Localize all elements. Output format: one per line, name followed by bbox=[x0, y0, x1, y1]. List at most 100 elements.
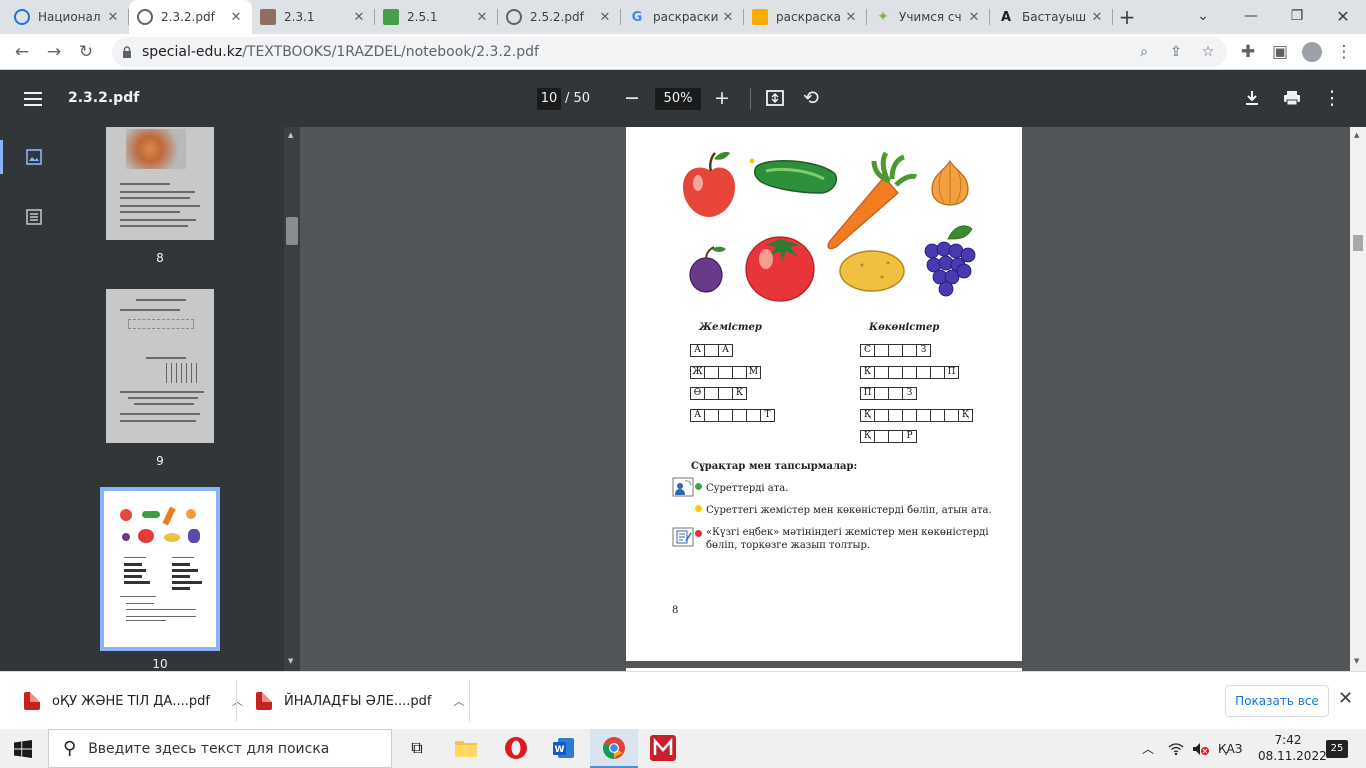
thumbnail-page-8[interactable] bbox=[106, 127, 214, 240]
close-window-button[interactable]: ✕ bbox=[1320, 0, 1366, 32]
scroll-down-icon[interactable]: ▼ bbox=[288, 657, 293, 665]
browser-tab[interactable]: раскраска ✕ bbox=[744, 0, 867, 34]
letter-cell[interactable]: З bbox=[916, 344, 931, 357]
letter-cell[interactable] bbox=[902, 365, 917, 379]
browser-tab[interactable]: Национал ✕ bbox=[6, 0, 129, 34]
tab-search-icon[interactable]: ⌄ bbox=[1180, 0, 1226, 32]
letter-cell[interactable] bbox=[874, 365, 889, 379]
tab-close-icon[interactable]: ✕ bbox=[1089, 10, 1105, 25]
clock[interactable]: 7:42 08.11.2022 bbox=[1258, 732, 1327, 764]
letter-cell[interactable]: Қ bbox=[860, 430, 875, 443]
minimize-button[interactable]: — bbox=[1228, 0, 1274, 32]
letter-cell[interactable] bbox=[874, 344, 889, 357]
download-item-2[interactable]: ЙНАЛАДҒЫ ӘЛЕ....pdf ︿ bbox=[256, 672, 464, 730]
thumbnail-page-9[interactable] bbox=[106, 289, 214, 443]
task-view-icon[interactable]: ⧉ bbox=[404, 735, 430, 761]
zoom-out-button[interactable]: − bbox=[620, 86, 644, 110]
zoom-input[interactable]: 50% bbox=[655, 88, 701, 110]
forward-button[interactable]: → bbox=[40, 39, 68, 65]
browser-tab[interactable]: A Бастауыш ✕ bbox=[990, 0, 1113, 34]
zoom-lens-icon[interactable]: ⌕ bbox=[1133, 41, 1155, 63]
letter-cell[interactable] bbox=[874, 430, 889, 443]
tab-close-icon[interactable]: ✕ bbox=[351, 10, 367, 25]
letter-cell[interactable] bbox=[888, 408, 903, 422]
volume-muted-icon[interactable] bbox=[1192, 729, 1210, 768]
letter-cell[interactable] bbox=[930, 408, 945, 422]
letter-cell[interactable]: К bbox=[860, 365, 875, 379]
browser-tab[interactable]: 2.3.2.pdf ✕ bbox=[129, 0, 252, 34]
letter-cell[interactable] bbox=[874, 387, 889, 400]
chevron-up-icon[interactable]: ︿ bbox=[453, 693, 464, 709]
letter-cell[interactable]: П bbox=[944, 365, 959, 379]
tab-close-icon[interactable]: ✕ bbox=[474, 10, 490, 25]
back-button[interactable]: ← bbox=[8, 39, 36, 65]
thumbnails-view-icon[interactable] bbox=[22, 145, 46, 169]
new-tab-button[interactable]: + bbox=[1113, 0, 1141, 34]
letter-cell[interactable] bbox=[916, 365, 931, 379]
fit-page-icon[interactable] bbox=[763, 86, 787, 110]
letter-cell[interactable] bbox=[718, 387, 733, 400]
rotate-icon[interactable]: ⟲ bbox=[799, 86, 823, 110]
tab-close-icon[interactable]: ✕ bbox=[720, 10, 736, 25]
page-number-input[interactable]: 10 bbox=[537, 88, 561, 110]
letter-cell[interactable]: С bbox=[860, 344, 875, 357]
maximize-button[interactable]: ❐ bbox=[1274, 0, 1320, 32]
word-app-icon[interactable]: W bbox=[551, 735, 577, 761]
thumbnail-page-10[interactable] bbox=[100, 487, 220, 651]
letter-cell[interactable]: З bbox=[902, 387, 917, 400]
show-hidden-icons[interactable]: ︿ bbox=[1142, 729, 1154, 768]
letter-cell[interactable]: Ө bbox=[690, 387, 705, 400]
letter-cell[interactable] bbox=[732, 408, 747, 422]
letter-cell[interactable] bbox=[888, 387, 903, 400]
browser-tab[interactable]: ✦ Учимся сч ✕ bbox=[867, 0, 990, 34]
thumbnail-scrollbar[interactable]: ▲ ▼ bbox=[284, 127, 300, 671]
opera-browser-icon[interactable] bbox=[503, 735, 529, 761]
bookmark-star-icon[interactable]: ☆ bbox=[1197, 41, 1219, 63]
tab-close-icon[interactable]: ✕ bbox=[105, 10, 121, 25]
main-scrollbar[interactable]: ▲ ▼ bbox=[1350, 127, 1366, 671]
letter-cell[interactable] bbox=[718, 408, 733, 422]
chrome-app-icon[interactable] bbox=[601, 735, 627, 761]
letter-cell[interactable] bbox=[704, 344, 719, 357]
tab-close-icon[interactable]: ✕ bbox=[843, 10, 859, 25]
letter-cell[interactable]: А bbox=[690, 408, 705, 422]
extensions-icon[interactable]: ✚ bbox=[1234, 39, 1262, 65]
omnibox[interactable]: special-edu.kz/TEXTBOOKS/1RAZDEL/noteboo… bbox=[112, 37, 1227, 67]
letter-cell[interactable] bbox=[732, 365, 747, 379]
letter-cell[interactable] bbox=[944, 408, 959, 422]
profile-avatar[interactable] bbox=[1298, 39, 1326, 65]
main-scroll-down-icon[interactable]: ▼ bbox=[1354, 657, 1359, 665]
chrome-menu-icon[interactable]: ⋮ bbox=[1330, 39, 1358, 65]
main-scroll-up-icon[interactable]: ▲ bbox=[1354, 131, 1359, 139]
letter-cell[interactable] bbox=[874, 408, 889, 422]
windows-start-icon[interactable] bbox=[14, 740, 32, 762]
letter-cell[interactable]: Қ bbox=[958, 408, 973, 422]
print-icon[interactable] bbox=[1280, 86, 1304, 110]
letter-cell[interactable] bbox=[718, 365, 733, 379]
letter-cell[interactable]: Р bbox=[902, 430, 917, 443]
chevron-up-icon[interactable]: ︿ bbox=[232, 693, 243, 709]
tab-close-icon[interactable]: ✕ bbox=[966, 10, 982, 25]
letter-cell[interactable] bbox=[704, 387, 719, 400]
letter-cell[interactable]: А bbox=[718, 344, 733, 357]
letter-cell[interactable]: Қ bbox=[860, 408, 875, 422]
browser-tab[interactable]: 2.5.1 ✕ bbox=[375, 0, 498, 34]
letter-cell[interactable]: А bbox=[690, 344, 705, 357]
letter-cell[interactable]: П bbox=[860, 387, 875, 400]
letter-cell[interactable] bbox=[888, 344, 903, 357]
letter-cell[interactable]: Ж bbox=[690, 365, 705, 379]
letter-cell[interactable] bbox=[902, 408, 917, 422]
browser-tab[interactable]: 2.5.2.pdf ✕ bbox=[498, 0, 621, 34]
letter-cell[interactable] bbox=[902, 344, 917, 357]
reload-button[interactable]: ↻ bbox=[72, 39, 100, 65]
download-item-1[interactable]: оҚУ ЖӘНЕ ТІЛ ДА....pdf ︿ bbox=[24, 672, 243, 730]
zoom-in-button[interactable]: + bbox=[710, 86, 734, 110]
scroll-up-icon[interactable]: ▲ bbox=[288, 131, 293, 139]
taskbar-search-box[interactable]: ⚲ Введите здесь текст для поиска bbox=[48, 729, 392, 768]
letter-cell[interactable]: М bbox=[746, 365, 761, 379]
letter-cell[interactable] bbox=[916, 408, 931, 422]
browser-tab[interactable]: 2.3.1 ✕ bbox=[252, 0, 375, 34]
letter-cell[interactable] bbox=[746, 408, 761, 422]
letter-cell[interactable] bbox=[888, 365, 903, 379]
letter-cell[interactable] bbox=[888, 430, 903, 443]
